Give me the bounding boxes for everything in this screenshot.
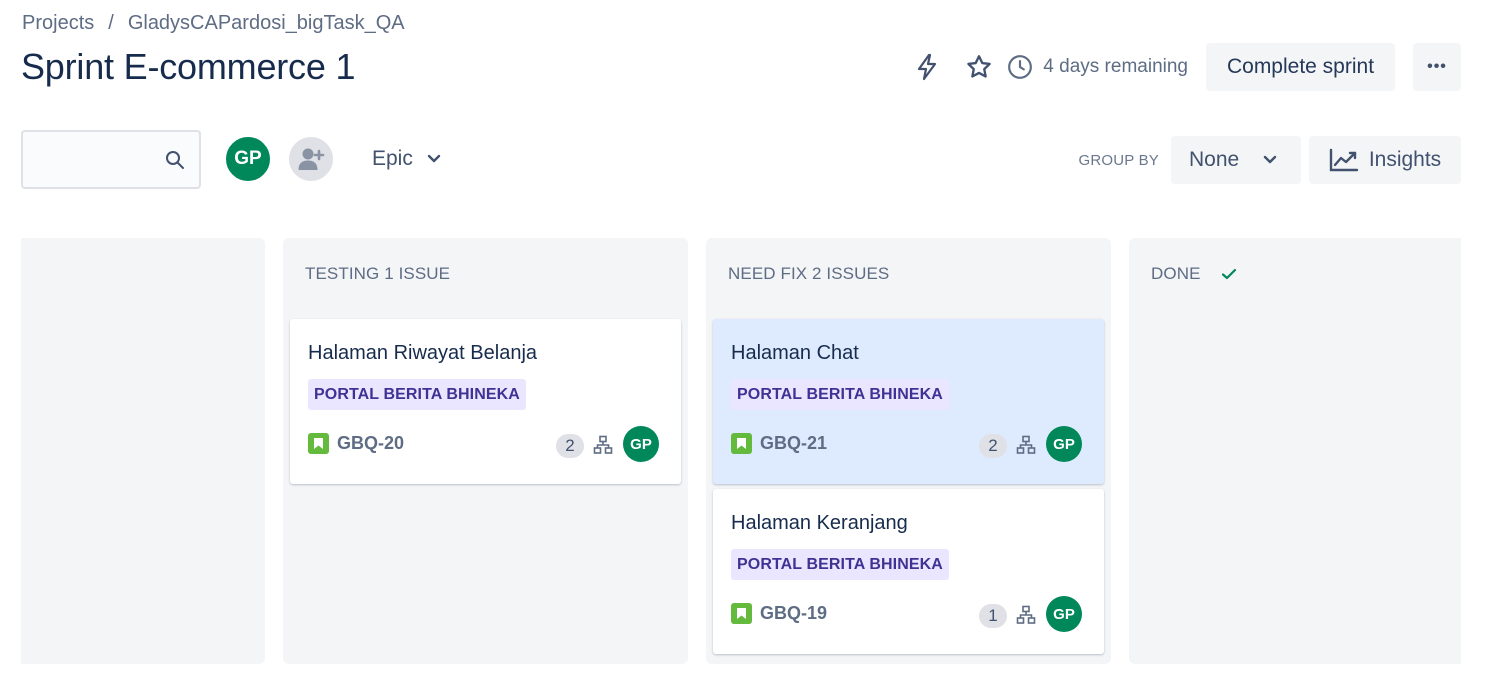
search-box xyxy=(21,130,201,189)
card-title: Halaman Keranjang xyxy=(731,512,908,534)
board: TESTING 1 ISSUE Halaman Riwayat Belanja … xyxy=(21,238,1461,664)
header-actions: 4 days remaining Complete sprint ••• xyxy=(907,43,1461,91)
subtask-hierarchy-icon xyxy=(1016,605,1036,630)
issue-key: GBQ-19 xyxy=(760,603,828,623)
assignee-avatar[interactable]: GP xyxy=(1046,596,1082,632)
column-header: TESTING 1 ISSUE xyxy=(305,264,450,284)
column-header: DONE xyxy=(1151,264,1237,284)
story-icon xyxy=(731,433,752,454)
issue-key-wrap: GBQ-19 xyxy=(731,603,827,624)
chevron-down-icon xyxy=(1264,155,1277,164)
story-points-badge: 2 xyxy=(979,434,1007,458)
issue-key-wrap: GBQ-21 xyxy=(731,433,827,454)
column-title: TESTING 1 ISSUE xyxy=(305,264,451,283)
board-column-done: DONE xyxy=(1129,238,1461,664)
assignee-avatar[interactable]: GP xyxy=(1046,426,1082,462)
issue-key: GBQ-20 xyxy=(337,433,405,453)
checkmark-icon xyxy=(1221,268,1236,280)
story-icon xyxy=(731,603,752,624)
avatar-filter-gp[interactable]: GP xyxy=(224,135,272,183)
assignee-avatar[interactable]: GP xyxy=(623,426,659,462)
breadcrumb: Projects / GladysCAPardosi_bigTask_QA xyxy=(22,12,405,35)
group-by-value: None xyxy=(1189,148,1240,171)
add-people-button[interactable] xyxy=(287,135,335,183)
search-input[interactable] xyxy=(23,132,153,187)
story-points-badge: 1 xyxy=(979,604,1007,628)
complete-sprint-button[interactable]: Complete sprint xyxy=(1206,43,1395,91)
issue-card[interactable]: Halaman Riwayat Belanja PORTAL BERITA BH… xyxy=(290,319,681,484)
group-by-label: GROUP BY xyxy=(1078,152,1159,169)
issue-key: GBQ-21 xyxy=(760,433,828,453)
more-icon: ••• xyxy=(1427,58,1447,75)
epic-filter-dropdown[interactable]: Epic xyxy=(372,147,441,171)
group-by-select[interactable]: None xyxy=(1171,136,1301,184)
more-actions-button[interactable]: ••• xyxy=(1413,43,1461,91)
board-column-need-fix: NEED FIX 2 ISSUES Halaman Chat PORTAL BE… xyxy=(706,238,1111,664)
board-toolbar: GP Epic GROUP BY None Insights xyxy=(21,130,1461,190)
column-title: DONE xyxy=(1151,264,1201,283)
story-icon xyxy=(308,433,329,454)
board-column-testing: TESTING 1 ISSUE Halaman Riwayat Belanja … xyxy=(283,238,688,664)
card-title: Halaman Chat xyxy=(731,342,859,364)
insights-label: Insights xyxy=(1368,148,1442,171)
column-header: NEED FIX 2 ISSUES xyxy=(728,264,889,284)
search-icon xyxy=(165,150,185,175)
issue-key-wrap: GBQ-20 xyxy=(308,433,404,454)
clock-icon xyxy=(1008,55,1033,79)
epic-filter-label: Epic xyxy=(372,147,413,170)
chart-trend-icon xyxy=(1329,148,1359,172)
time-remaining: 4 days remaining xyxy=(1007,54,1188,80)
time-remaining-text: 4 days remaining xyxy=(1043,56,1188,77)
subtask-hierarchy-icon xyxy=(593,435,613,460)
page-title: Sprint E-commerce 1 xyxy=(21,46,356,87)
breadcrumb-project-name[interactable]: GladysCAPardosi_bigTask_QA xyxy=(128,12,405,35)
add-person-icon xyxy=(298,148,325,170)
issue-card[interactable]: Halaman Chat PORTAL BERITA BHINEKA GBQ-2… xyxy=(713,319,1104,484)
breadcrumb-projects[interactable]: Projects xyxy=(22,12,94,35)
subtask-hierarchy-icon xyxy=(1016,435,1036,460)
issue-card[interactable]: Halaman Keranjang PORTAL BERITA BHINEKA … xyxy=(713,489,1104,654)
chevron-down-icon xyxy=(427,154,441,163)
story-points-badge: 2 xyxy=(556,434,584,458)
board-column xyxy=(21,238,265,664)
star-icon[interactable] xyxy=(959,47,999,87)
epic-lozenge: PORTAL BERITA BHINEKA xyxy=(731,549,949,580)
card-title: Halaman Riwayat Belanja xyxy=(308,342,538,364)
breadcrumb-separator: / xyxy=(108,12,114,34)
column-title: NEED FIX 2 ISSUES xyxy=(728,264,890,283)
epic-lozenge: PORTAL BERITA BHINEKA xyxy=(731,379,949,410)
epic-lozenge: PORTAL BERITA BHINEKA xyxy=(308,379,526,410)
insights-button[interactable]: Insights xyxy=(1309,136,1461,184)
automation-lightning-icon[interactable] xyxy=(907,47,947,87)
